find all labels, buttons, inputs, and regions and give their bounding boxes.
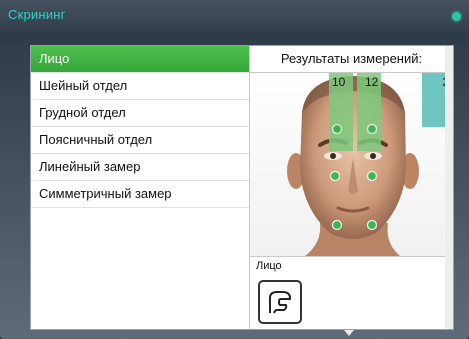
bar-label-10: 10 bbox=[332, 75, 346, 89]
face-measurement-view: 10 12 2 bbox=[250, 73, 453, 256]
screening-window: Скрининг Лицо Шейный отдел Грудной отдел… bbox=[0, 0, 469, 339]
face-illustration bbox=[250, 73, 453, 256]
marker-jaw-right[interactable] bbox=[366, 219, 378, 231]
window-title: Скрининг bbox=[8, 7, 66, 22]
menu-item-cervical[interactable]: Шейный отдел bbox=[31, 73, 249, 100]
menu-item-thoracic[interactable]: Грудной отдел bbox=[31, 100, 249, 127]
panel-divider bbox=[250, 256, 453, 257]
menu-item-linear-measure[interactable]: Линейный замер bbox=[31, 154, 249, 181]
face-profile-icon bbox=[269, 291, 291, 314]
menu-item-face[interactable]: Лицо bbox=[31, 46, 249, 73]
results-header: Результаты измерений: bbox=[250, 46, 453, 73]
marker-forehead-left[interactable] bbox=[331, 123, 343, 135]
results-scrollbar[interactable] bbox=[445, 46, 453, 329]
marker-cheek-right[interactable] bbox=[366, 170, 378, 182]
menu-item-lumbar[interactable]: Поясничный отдел bbox=[31, 127, 249, 154]
marker-forehead-right[interactable] bbox=[366, 123, 378, 135]
bar-label-12: 12 bbox=[365, 75, 379, 89]
section-menu: Лицо Шейный отдел Грудной отдел Поясничн… bbox=[31, 46, 250, 329]
status-indicator-icon bbox=[452, 12, 461, 21]
face-tool-button[interactable] bbox=[258, 280, 302, 324]
menu-item-symmetric-measure[interactable]: Симметричный замер bbox=[31, 181, 249, 208]
left-pupil-shape bbox=[330, 153, 336, 159]
results-panel: Результаты измерений: 10 12 Лицо bbox=[250, 46, 453, 329]
title-bar: Скрининг bbox=[0, 0, 469, 32]
face-tool-label: Лицо bbox=[256, 260, 282, 272]
right-pupil-shape bbox=[370, 153, 376, 159]
expand-down-icon[interactable] bbox=[344, 330, 354, 336]
marker-cheek-left[interactable] bbox=[329, 170, 341, 182]
content-panel: Лицо Шейный отдел Грудной отдел Поясничн… bbox=[30, 45, 454, 330]
marker-jaw-left[interactable] bbox=[331, 219, 343, 231]
